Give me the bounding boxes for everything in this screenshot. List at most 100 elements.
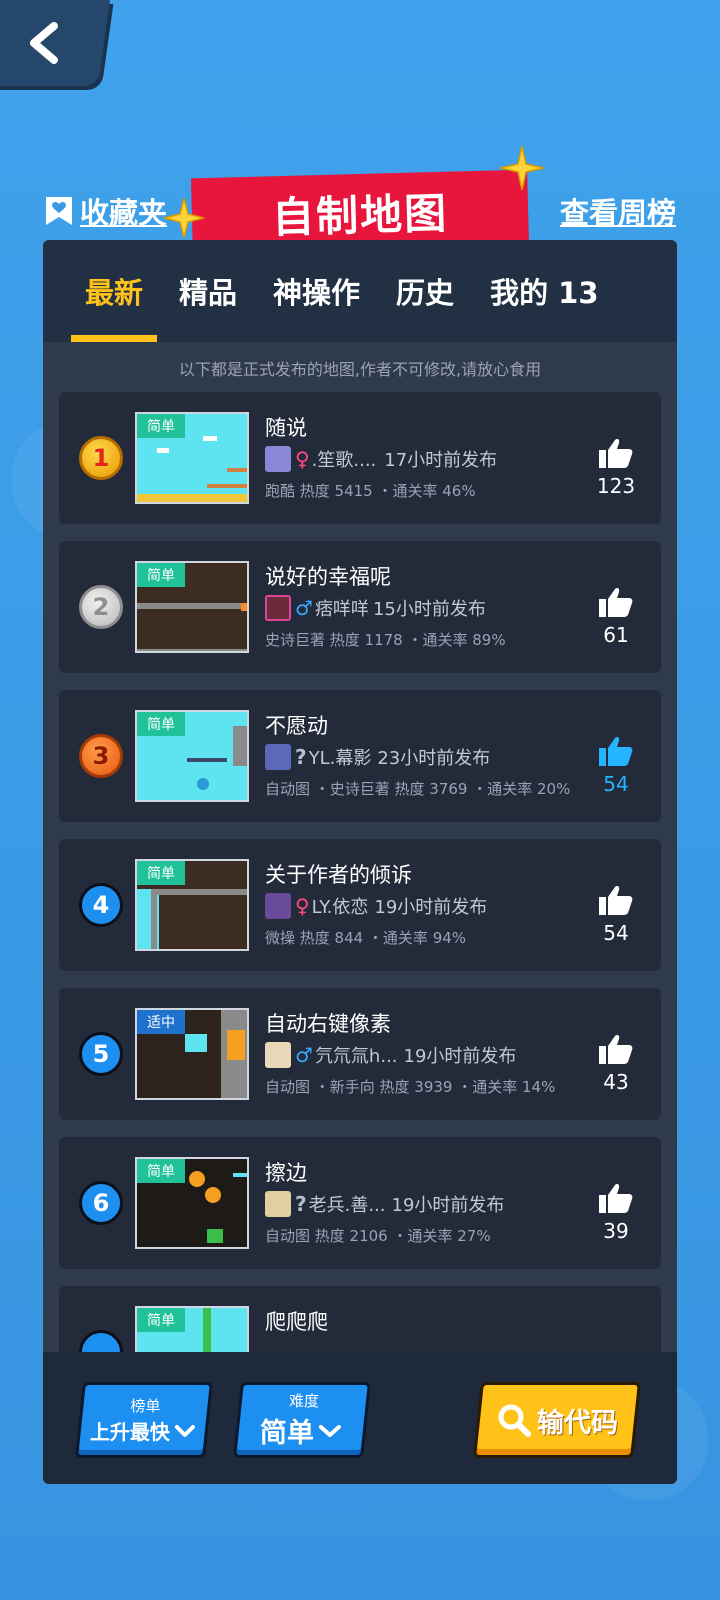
thumbs-up-icon	[599, 1035, 633, 1064]
list-item[interactable]: 4 简单 关于作者的倾诉 ♀ LY.依恋 19小时前发布 微操 热度 844 ・…	[59, 839, 661, 971]
avatar[interactable]	[265, 595, 291, 621]
map-name: 随说	[265, 416, 307, 440]
publish-time: 19小时前发布	[374, 897, 488, 918]
weekly-rank-link[interactable]: 查看周榜	[560, 190, 676, 232]
map-thumbnail: 简单	[135, 561, 249, 653]
list-item[interactable]: 2 简单 说好的幸福呢 ♂ 痞咩咩 15小时前发布 史诗巨著 热度 1178 ・…	[59, 541, 661, 673]
like-button[interactable]: 123	[585, 438, 647, 498]
like-count: 54	[603, 772, 629, 796]
author-name: YL.幕影	[308, 748, 372, 769]
map-name: 擦边	[265, 1161, 307, 1185]
list-item[interactable]: 1 简单 随说 ♀ .笙歌.... 17小时前发布 跑酷 热度 5415 ・通关…	[59, 392, 661, 524]
like-count: 54	[603, 921, 629, 945]
thumbs-up-icon	[599, 588, 633, 617]
avatar[interactable]	[265, 1191, 291, 1217]
rank-medal-gold: 1	[79, 436, 123, 480]
chevron-left-icon	[29, 22, 58, 64]
gender-icon: ?	[295, 1192, 307, 1216]
like-button[interactable]: 43	[585, 1034, 647, 1094]
avatar[interactable]	[265, 744, 291, 770]
difficulty-badge: 适中	[137, 1010, 185, 1034]
like-button[interactable]: 54	[585, 885, 647, 945]
map-list[interactable]: 1 简单 随说 ♀ .笙歌.... 17小时前发布 跑酷 热度 5415 ・通关…	[43, 392, 677, 1392]
enter-code-label: 输代码	[536, 1407, 618, 1439]
difficulty-badge: 简单	[137, 712, 185, 736]
map-name: 自动右键像素	[265, 1012, 391, 1036]
ranking-value: 上升最快	[89, 1420, 170, 1444]
map-thumbnail: 简单	[135, 1157, 249, 1249]
map-name: 说好的幸福呢	[265, 565, 391, 589]
list-item[interactable]: 6 简单 擦边 ? 老兵.善... 19小时前发布 自动图 热度 2106 ・通…	[59, 1137, 661, 1269]
avatar[interactable]	[265, 893, 291, 919]
difficulty-dropdown[interactable]: 难度 简单	[233, 1382, 371, 1458]
gender-icon: ♀	[295, 894, 310, 918]
star-icon	[499, 145, 545, 191]
gender-icon: ♂	[295, 1043, 313, 1067]
publish-time: 17小时前发布	[384, 450, 498, 471]
author-name: .笙歌....	[311, 450, 377, 471]
tab-mine[interactable]: 我的 13	[476, 240, 612, 342]
difficulty-badge: 简单	[137, 414, 185, 438]
avatar[interactable]	[265, 446, 291, 472]
tab-history[interactable]: 历史	[382, 240, 468, 342]
map-name: 不愿动	[265, 714, 328, 738]
rank-number: 5	[79, 1032, 123, 1076]
list-item[interactable]: 3 简单 不愿动 ? YL.幕影 23小时前发布 自动图 ・史诗巨著 热度 37…	[59, 690, 661, 822]
difficulty-value: 简单	[259, 1418, 314, 1449]
like-count: 61	[603, 623, 629, 647]
map-meta: 微操 热度 844 ・通关率 94%	[265, 929, 467, 947]
rank-number: 6	[79, 1181, 123, 1225]
bookmark-heart-icon	[46, 197, 72, 225]
chevron-down-icon	[174, 1424, 195, 1437]
thumbs-up-icon	[599, 1184, 633, 1213]
list-item[interactable]: 5 适中 自动右键像素 ♂ 氕氘氚h... 19小时前发布 自动图 ・新手向 热…	[59, 988, 661, 1120]
thumbs-up-icon	[599, 439, 633, 468]
gender-icon: ♂	[295, 596, 313, 620]
tab-featured[interactable]: 精品	[165, 240, 251, 342]
like-count: 123	[596, 474, 636, 498]
enter-code-button[interactable]: 输代码	[473, 1382, 641, 1458]
author-name: 痞咩咩	[314, 599, 369, 620]
star-icon	[163, 197, 205, 239]
back-button[interactable]	[0, 0, 110, 86]
map-thumbnail: 简单	[135, 412, 249, 504]
map-thumbnail: 简单	[135, 859, 249, 951]
map-name: 关于作者的倾诉	[265, 863, 412, 887]
avatar[interactable]	[265, 1042, 291, 1068]
tab-latest[interactable]: 最新	[71, 240, 158, 342]
gender-icon: ♀	[295, 447, 310, 471]
difficulty-badge: 简单	[137, 1308, 185, 1332]
tab-great-plays[interactable]: 神操作	[259, 240, 374, 342]
publish-time: 23小时前发布	[377, 748, 491, 769]
like-count: 43	[603, 1070, 629, 1094]
map-meta: 史诗巨著 热度 1178 ・通关率 89%	[265, 631, 506, 649]
favorites-link[interactable]: 收藏夹	[44, 190, 167, 232]
ranking-label: 榜单	[130, 1397, 161, 1415]
chevron-down-icon	[318, 1424, 341, 1437]
publish-time: 15小时前发布	[372, 599, 486, 620]
notice-text: 以下都是正式发布的地图,作者不可修改,请放心食用	[178, 360, 542, 379]
favorites-label: 收藏夹	[80, 196, 168, 230]
like-button[interactable]: 39	[585, 1183, 647, 1243]
ranking-dropdown[interactable]: 榜单 上升最快	[75, 1382, 213, 1458]
author-name: 氕氘氚h...	[314, 1046, 398, 1067]
rank-medal-silver: 2	[79, 585, 123, 629]
like-button[interactable]: 54	[585, 736, 647, 796]
map-thumbnail: 简单	[135, 710, 249, 802]
thumbs-up-icon	[599, 737, 633, 766]
rank-number: 4	[79, 883, 123, 927]
map-meta: 跑酷 热度 5415 ・通关率 46%	[265, 482, 476, 500]
map-thumbnail: 适中	[135, 1008, 249, 1100]
bottom-toolbar: 榜单 上升最快 难度 简单 输代码	[43, 1352, 677, 1484]
like-count: 39	[603, 1219, 629, 1243]
tab-bar: 最新 精品 神操作 历史 我的 13	[43, 240, 677, 342]
like-button[interactable]: 61	[585, 587, 647, 647]
thumbs-up-icon	[599, 886, 633, 915]
map-list-panel: 最新 精品 神操作 历史 我的 13 以下都是正式发布的地图,作者不可修改,请放…	[43, 240, 677, 1484]
publish-time: 19小时前发布	[403, 1046, 517, 1067]
page-title: 自制地图	[271, 188, 449, 242]
rank-medal-bronze: 3	[79, 734, 123, 778]
difficulty-badge: 简单	[137, 861, 185, 885]
search-icon	[498, 1404, 531, 1437]
author-name: LY.依恋	[311, 897, 369, 918]
